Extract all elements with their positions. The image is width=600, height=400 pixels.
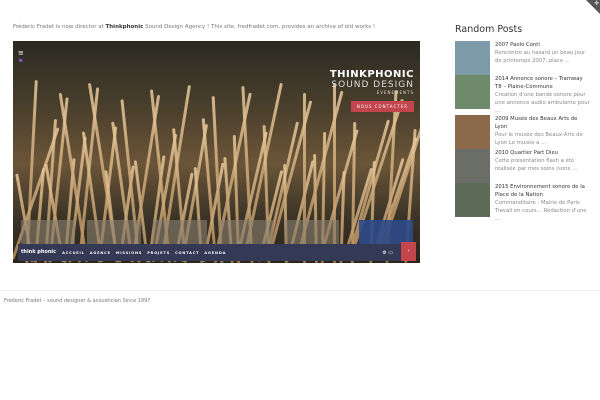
nav-missions[interactable]: MISSIONS xyxy=(116,251,142,255)
post-excerpt: Rencontre au hasard un beau jour de prin… xyxy=(495,50,586,64)
thumbnail[interactable] xyxy=(285,220,339,244)
post-title[interactable]: 2010 Quartier Part Dieu xyxy=(495,149,590,157)
hero-thumbnails xyxy=(21,220,413,244)
sidebar-title: Random Posts xyxy=(455,24,523,35)
post-excerpt: Creation d'une bande sonore pour une ann… xyxy=(495,92,590,114)
thumbnail[interactable] xyxy=(21,220,75,244)
post-excerpt: Pour le musée des Beaux-Arts de Lyon Le … xyxy=(495,132,583,146)
post-thumbnail[interactable] xyxy=(455,183,490,217)
corner-toggle[interactable]: ✚ xyxy=(586,0,600,14)
thumbnail[interactable] xyxy=(153,220,207,244)
hamburger-menu-icon[interactable]: ≡ xyxy=(18,49,24,57)
intro-text: Fréderic Fradet is now director at Think… xyxy=(13,24,375,30)
post-title[interactable]: 2014 Annonce sonore – Tramway T8 – Plain… xyxy=(495,75,590,91)
flag-icon: ⚑ xyxy=(18,58,24,65)
random-post[interactable]: 2010 Quartier Part Dieu Cette présentatio… xyxy=(455,149,590,183)
footer-divider xyxy=(0,290,600,291)
hero-brand: THINKPHONIC SOUND DESIGN EVENEMENTS xyxy=(330,69,414,95)
thumbnail[interactable] xyxy=(219,220,273,244)
settings-monitor-icons[interactable]: ⚙ ▭ xyxy=(382,250,393,256)
thumbnail[interactable] xyxy=(87,220,141,244)
post-thumbnail[interactable] xyxy=(455,41,490,75)
contact-button[interactable]: NOUS CONTACTER xyxy=(350,101,414,112)
nav-accueil[interactable]: ACCUEIL xyxy=(62,251,85,255)
random-post[interactable]: 2007 Paolo Conti Rencontre au hasard un b… xyxy=(455,41,590,75)
random-post[interactable]: 2009 Musée des Beaux Arts de Lyon Pour le… xyxy=(455,115,590,149)
hero-nav: think phonic ACCUEIL AGENCE MISSIONS PRO… xyxy=(18,244,401,261)
post-excerpt: Commanditaire : Mairie de Paris Travail … xyxy=(495,200,587,222)
footer-text: Fréderic Fradet – sound designer & acous… xyxy=(4,298,151,304)
thumbnail[interactable] xyxy=(359,220,413,244)
sidebar: Random Posts 2007 Paolo Conti Rencontre a… xyxy=(455,24,590,223)
post-thumbnail[interactable] xyxy=(455,75,490,109)
post-title[interactable]: 2015 Environnement sonore de la Place de… xyxy=(495,183,590,199)
plus-icon: ✚ xyxy=(593,0,599,7)
post-title[interactable]: 2007 Paolo Conti xyxy=(495,41,590,49)
hero-screenshot: ≡ ⚑ THINKPHONIC SOUND DESIGN EVENEMENTS … xyxy=(13,41,420,263)
thinkphonic-logo[interactable]: think phonic xyxy=(21,250,56,255)
nav-contact[interactable]: CONTACT xyxy=(175,251,199,255)
post-excerpt: Cette présentation flash a été réalisée … xyxy=(495,158,578,172)
random-post[interactable]: 2015 Environnement sonore de la Place de… xyxy=(455,183,590,223)
nav-agenda[interactable]: AGENDA xyxy=(204,251,226,255)
brand-line-2: SOUND DESIGN xyxy=(331,80,414,90)
brand-line-3: EVENEMENTS xyxy=(376,90,414,95)
post-thumbnail[interactable] xyxy=(455,115,490,149)
post-thumbnail[interactable] xyxy=(455,149,490,183)
intro-pre: Fréderic Fradet is now director at xyxy=(13,24,106,30)
nav-projets[interactable]: PROJETS xyxy=(147,251,170,255)
intro-brand: Thinkphonic xyxy=(105,24,144,30)
post-title[interactable]: 2009 Musée des Beaux Arts de Lyon xyxy=(495,115,590,131)
random-post[interactable]: 2014 Annonce sonore – Tramway T8 – Plain… xyxy=(455,75,590,115)
nav-agence[interactable]: AGENCE xyxy=(90,251,111,255)
nav-action-button[interactable]: › xyxy=(401,242,416,261)
brand-line-1: THINKPHONIC xyxy=(329,69,414,80)
intro-post: Sound Design Agency ! This site, fredfra… xyxy=(143,24,376,30)
